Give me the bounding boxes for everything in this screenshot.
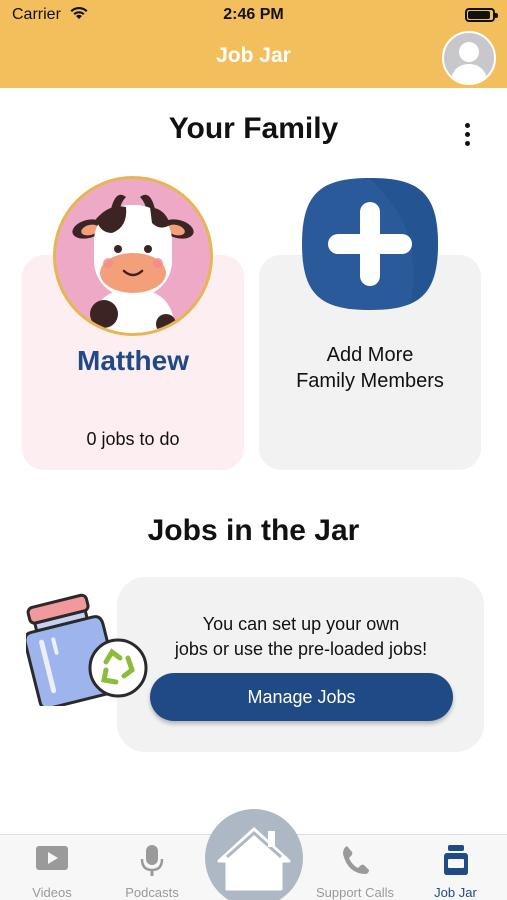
jar-icon — [443, 844, 469, 881]
jobs-jar-description: You can set up your own jobs or use the … — [145, 612, 457, 662]
cow-avatar-icon[interactable] — [53, 176, 213, 336]
tab-job-jar-label: Job Jar — [434, 885, 477, 900]
phone-icon — [340, 844, 370, 881]
member-jobs-count: 0 jobs to do — [86, 429, 180, 449]
microphone-icon — [139, 844, 165, 883]
home-button[interactable] — [205, 809, 303, 900]
video-icon — [35, 844, 69, 877]
tab-job-jar[interactable]: Job Jar — [404, 835, 507, 900]
plus-icon[interactable] — [300, 176, 440, 312]
page-title: Job Jar — [216, 44, 291, 67]
jobs-section-title: Jobs in the Jar — [147, 514, 360, 547]
profile-avatar-button[interactable] — [442, 31, 496, 85]
app-header: Carrier 2:46 PM Job Jar — [0, 0, 507, 88]
tab-support-label: Support Calls — [315, 885, 395, 900]
tab-videos[interactable]: Videos — [0, 835, 104, 900]
description-line1: You can set up your own — [202, 614, 400, 634]
family-section-title: Your Family — [168, 112, 339, 145]
manage-jobs-button[interactable]: Manage Jobs — [150, 673, 453, 721]
description-line2: jobs or use the pre-loaded jobs! — [174, 639, 428, 659]
home-icon — [217, 827, 291, 891]
tab-support-calls[interactable]: Support Calls — [306, 835, 404, 900]
person-icon — [450, 42, 488, 83]
add-label-line2: Family Members — [296, 370, 444, 392]
tab-podcasts[interactable]: Podcasts — [104, 835, 200, 900]
recycle-jar-icon — [23, 588, 154, 710]
add-label-line1: Add More — [326, 344, 414, 366]
status-bar: Carrier 2:46 PM — [0, 0, 507, 32]
member-name: Matthew — [77, 345, 189, 376]
tab-videos-label: Videos — [32, 885, 72, 900]
tab-podcasts-label: Podcasts — [125, 885, 179, 900]
add-family-member-label: Add More Family Members — [259, 342, 481, 394]
clock: 2:46 PM — [223, 6, 284, 23]
battery-icon — [465, 8, 498, 22]
more-options-icon[interactable] — [458, 120, 478, 150]
jobs-jar-card — [117, 577, 484, 752]
